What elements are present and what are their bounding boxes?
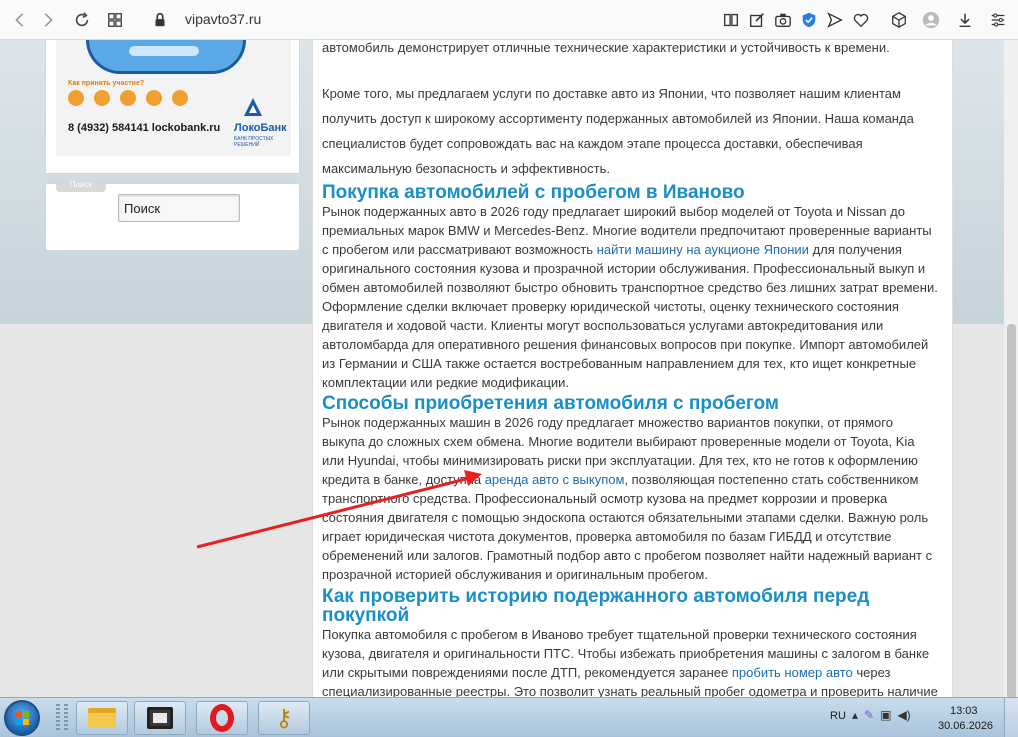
browser-toolbar: vipavto37.ru [0, 0, 1018, 40]
taskbar-grip [56, 704, 60, 732]
banner-phone: 8 (4932) 584141 lockobank.ru [68, 122, 221, 134]
camera-icon[interactable] [773, 10, 793, 30]
taskbar-grip [64, 704, 68, 732]
profile-icon[interactable] [920, 9, 942, 31]
bank-name: ЛокоБанк [234, 122, 287, 134]
system-tray: ▴ ✎ ▣ ◀) [852, 708, 911, 722]
section-paragraph: Рынок подержанных авто в 2026 году предл… [322, 204, 938, 390]
cube-icon[interactable] [889, 10, 909, 30]
settings-icon[interactable] [988, 10, 1008, 30]
search-widget-title: Поиск [56, 180, 106, 192]
check-plate-link[interactable]: пробить номер авто [732, 665, 853, 680]
lock-icon [150, 10, 170, 30]
step-icon [120, 90, 136, 106]
opera-icon [210, 704, 234, 732]
keys-icon: ⚷ [275, 704, 293, 732]
network-icon[interactable]: ▣ [880, 708, 891, 722]
taskbar-remote-desktop[interactable] [134, 701, 186, 735]
bank-slogan: БАНК ПРОСТЫХ РЕШЕНИЙ [234, 136, 274, 148]
download-icon[interactable] [955, 10, 975, 30]
tabs-grid-icon[interactable] [105, 10, 125, 30]
auction-japan-link[interactable]: найти машину на аукционе Японии [597, 242, 809, 257]
search-widget: Поиск [45, 180, 300, 251]
pen-icon[interactable]: ✎ [864, 708, 874, 722]
taskbar-explorer[interactable] [76, 701, 128, 735]
start-button[interactable] [4, 700, 40, 736]
monitor-icon [147, 707, 173, 729]
scrollbar-thumb[interactable] [1007, 324, 1016, 699]
back-icon[interactable] [10, 10, 30, 30]
tray-arrow-icon[interactable]: ▴ [852, 708, 858, 722]
section-paragraph: Покупка автомобиля с пробегом в Иваново … [322, 627, 938, 697]
search-input[interactable] [118, 194, 240, 222]
lockobank-ad[interactable]: Как принять участие? 8 (4932) 584141 loc… [56, 40, 291, 156]
banner-question: Как принять участие? [68, 80, 145, 87]
folder-icon [88, 708, 116, 728]
step-icon [146, 90, 162, 106]
section-title: Покупка автомобилей с пробегом в Иваново [322, 182, 745, 203]
language-indicator[interactable]: RU [830, 710, 846, 722]
intro-tail: автомобиль демонстрирует отличные технич… [322, 40, 890, 55]
reader-icon[interactable] [721, 10, 741, 30]
windows-logo-icon [15, 711, 29, 725]
shield-icon[interactable] [799, 10, 819, 30]
send-icon[interactable] [825, 10, 845, 30]
step-icon [94, 90, 110, 106]
intro-paragraph: Кроме того, мы предлагаем услуги по дост… [322, 86, 914, 176]
taskbar-opera[interactable] [196, 701, 248, 735]
page-scrollbar[interactable] [1004, 40, 1018, 699]
section-title: Как проверить историю подержанного автом… [322, 586, 870, 626]
article-content: автомобиль демонстрирует отличные технич… [312, 40, 953, 697]
step-icon [172, 90, 188, 106]
page-viewport: Как принять участие? 8 (4932) 584141 loc… [0, 40, 1004, 697]
car-illustration [86, 40, 246, 74]
reload-icon[interactable] [72, 10, 92, 30]
lockobank-logo-icon [244, 98, 262, 116]
volume-icon[interactable]: ◀) [897, 708, 910, 722]
taskbar-keys[interactable]: ⚷ [258, 701, 310, 735]
sidebar-banner[interactable]: Как принять участие? 8 (4932) 584141 loc… [45, 40, 300, 174]
address-bar[interactable]: vipavto37.ru [185, 11, 261, 27]
clock-time[interactable]: 13:03 [950, 705, 978, 717]
banner-steps [68, 90, 208, 120]
section-paragraph: Рынок подержанных машин в 2026 году пред… [322, 415, 933, 582]
step-icon [68, 90, 84, 106]
forward-icon[interactable] [38, 10, 58, 30]
section-title: Способы приобретения автомобиля с пробег… [322, 393, 779, 414]
clock-date[interactable]: 30.06.2026 [938, 720, 993, 732]
edit-icon[interactable] [747, 10, 767, 30]
heart-icon[interactable] [851, 10, 871, 30]
taskbar: ⚷ RU ▴ ✎ ▣ ◀) 13:03 30.06.2026 [0, 697, 1018, 737]
rent-to-own-link[interactable]: аренда авто с выкупом [485, 472, 625, 487]
show-desktop-button[interactable] [1004, 698, 1018, 737]
